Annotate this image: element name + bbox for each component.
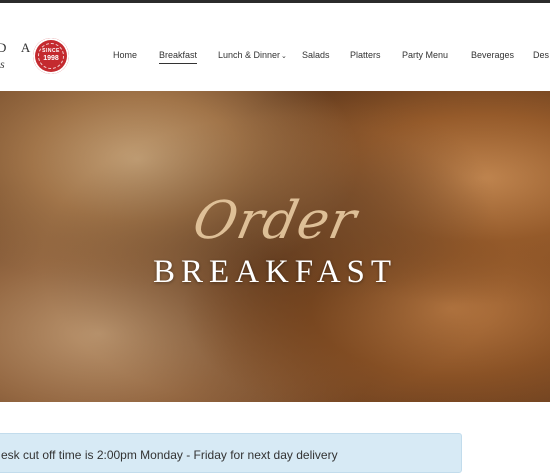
brand-logo[interactable]: D A s <box>0 38 30 71</box>
chevron-down-icon: ⌄ <box>281 53 287 60</box>
nav-item-lunch-dinner[interactable]: Lunch & Dinner⌄ <box>218 50 287 60</box>
nav-item-breakfast[interactable]: Breakfast <box>159 50 198 64</box>
since-seal: SINCE 1998 <box>33 38 69 74</box>
nav-item-beverages[interactable]: Beverages <box>471 50 514 60</box>
nav-item-salads[interactable]: Salads <box>302 50 330 60</box>
nav-item-home[interactable]: Home <box>113 50 137 60</box>
nav-item-desserts[interactable]: Des <box>533 50 549 60</box>
brand-script: s <box>0 57 5 71</box>
nav-item-lunch-dinner-label: Lunch & Dinner <box>218 50 281 60</box>
hero-script-text: Order <box>187 191 363 251</box>
hero-banner: Order BREAKFAST <box>0 91 550 402</box>
hero-title: BREAKFAST <box>152 254 398 290</box>
delivery-notice: esk cut off time is 2:00pm Monday - Frid… <box>0 433 462 473</box>
seal-year-text: 1998 <box>43 55 59 62</box>
brand-letters: D A <box>0 40 37 55</box>
top-border <box>0 0 550 3</box>
delivery-notice-text: esk cut off time is 2:00pm Monday - Frid… <box>1 448 338 462</box>
nav-item-party-menu[interactable]: Party Menu <box>402 50 448 60</box>
nav-item-platters[interactable]: Platters <box>350 50 381 60</box>
seal-since-text: SINCE <box>42 48 60 54</box>
